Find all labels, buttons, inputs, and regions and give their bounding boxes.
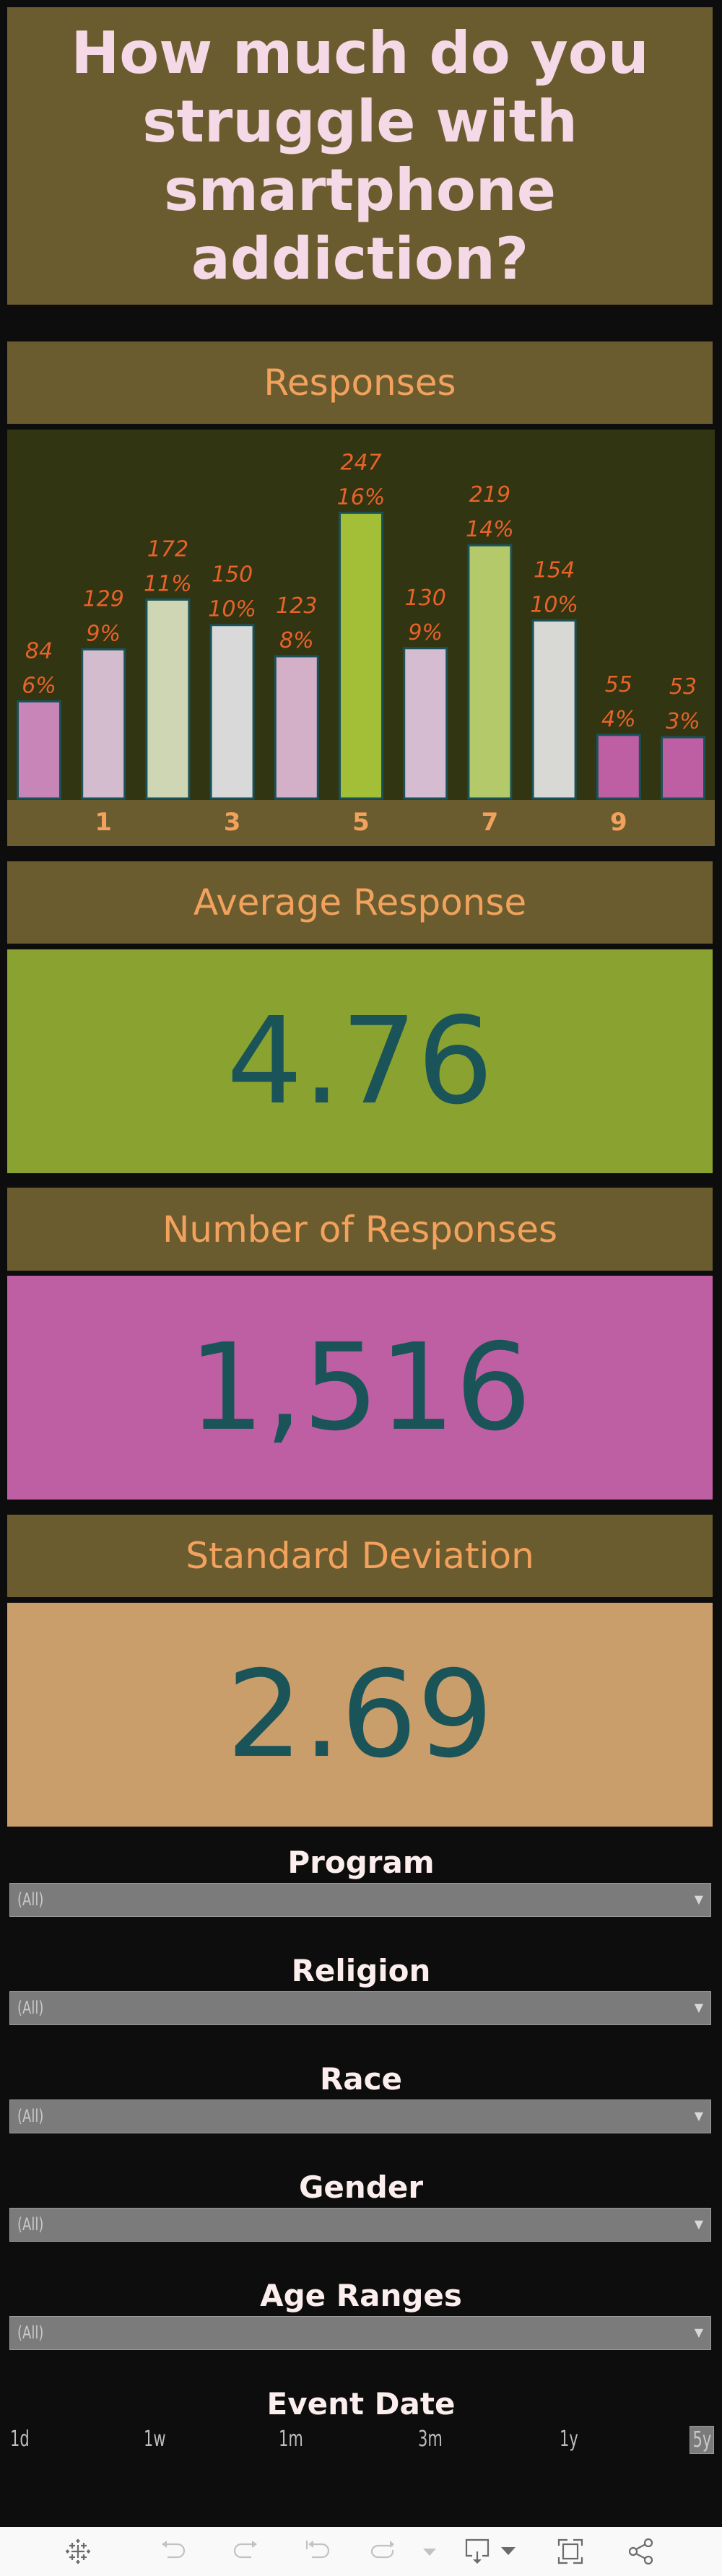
- bar-9[interactable]: [596, 734, 641, 800]
- dropdown-value: (All): [17, 2323, 44, 2343]
- x-tick-label: 7: [482, 808, 499, 837]
- average-response-value: 4.76: [226, 991, 494, 1131]
- bar-value-label: 55: [605, 672, 632, 697]
- dropdown-value: (All): [17, 2106, 44, 2126]
- date-option-1w[interactable]: 1w: [144, 2427, 166, 2452]
- filter-label-gender: Gender: [298, 2170, 424, 2205]
- responses-header-label: Responses: [264, 362, 456, 404]
- bar-percent-label: 8%: [279, 628, 314, 653]
- revert-icon[interactable]: [303, 2537, 332, 2566]
- filter-label-event-date: Event Date: [266, 2386, 456, 2421]
- dashboard-title: How much do you struggle with smartphone…: [7, 7, 713, 305]
- bar-2[interactable]: [145, 598, 191, 800]
- bar-percent-label: 10%: [530, 592, 578, 617]
- filter-label-age-ranges: Age Ranges: [260, 2278, 462, 2313]
- age-ranges-filter-dropdown[interactable]: (All) ▼: [9, 2316, 711, 2350]
- bar-7[interactable]: [467, 544, 513, 800]
- chevron-down-icon: ▼: [694, 2325, 703, 2339]
- bar-value-label: 154: [534, 557, 575, 583]
- date-option-1m[interactable]: 1m: [279, 2427, 303, 2452]
- bar-percent-label: 10%: [208, 597, 256, 622]
- bar-value-label: 172: [147, 536, 188, 562]
- bar-value-label: 150: [212, 562, 253, 588]
- date-option-5y-selected[interactable]: 5y: [690, 2426, 714, 2454]
- gender-filter-dropdown[interactable]: (All) ▼: [9, 2208, 711, 2242]
- x-tick-label: 9: [610, 808, 627, 837]
- chevron-down-icon: ▼: [694, 2217, 703, 2231]
- bar-4[interactable]: [274, 655, 319, 800]
- x-tick-label: 3: [224, 808, 241, 837]
- date-option-1d[interactable]: 1d: [10, 2427, 30, 2452]
- bar-0[interactable]: [17, 700, 61, 800]
- bar-percent-label: 3%: [666, 709, 700, 734]
- bar-8[interactable]: [531, 619, 577, 800]
- date-option-3m[interactable]: 3m: [418, 2427, 443, 2452]
- title-line: smartphone: [163, 157, 557, 224]
- title-line: addiction?: [191, 225, 529, 292]
- bar-percent-label: 11%: [144, 571, 192, 596]
- share-icon[interactable]: [627, 2537, 656, 2566]
- bar-1[interactable]: [81, 648, 126, 800]
- tableau-logo-icon[interactable]: [64, 2537, 92, 2566]
- bar-percent-label: 4%: [601, 707, 636, 732]
- redo-icon[interactable]: [231, 2537, 260, 2566]
- refresh-icon[interactable]: [368, 2537, 397, 2566]
- viz-toolbar: [0, 2527, 722, 2576]
- x-tick-label: 1: [95, 808, 112, 837]
- bar-3[interactable]: [209, 624, 255, 800]
- number-of-responses-header-label: Number of Responses: [162, 1208, 558, 1250]
- dropdown-value: (All): [17, 1889, 44, 1910]
- bar-percent-label: 6%: [22, 673, 56, 698]
- bar-value-label: 130: [405, 586, 446, 611]
- refresh-dropdown-icon[interactable]: [417, 2537, 442, 2566]
- bar-6[interactable]: [403, 647, 448, 800]
- bar-value-label: 129: [83, 586, 124, 612]
- title-line: How much do you: [71, 19, 649, 87]
- standard-deviation-header: Standard Deviation: [7, 1515, 713, 1597]
- average-response-card: 4.76: [7, 949, 713, 1173]
- program-filter-dropdown[interactable]: (All) ▼: [9, 1883, 711, 1917]
- date-option-5y-label: 5y: [692, 2427, 711, 2453]
- bar-5[interactable]: [339, 511, 383, 800]
- download-icon[interactable]: [463, 2537, 492, 2566]
- dropdown-value: (All): [17, 2214, 44, 2235]
- race-filter-dropdown[interactable]: (All) ▼: [9, 2099, 711, 2133]
- standard-deviation-value: 2.69: [226, 1645, 494, 1785]
- bar-value-label: 53: [669, 674, 697, 700]
- bar-percent-label: 14%: [466, 517, 514, 542]
- chart-svg: 84 6% 129 9% 172 11% 150 10% 123 8% 247 16% 130 9% 219…: [7, 430, 715, 846]
- bar-percent-label: 9%: [86, 621, 121, 646]
- responses-header: Responses: [7, 341, 713, 424]
- religion-filter-dropdown[interactable]: (All) ▼: [9, 1991, 711, 2025]
- download-dropdown-icon[interactable]: [497, 2537, 521, 2566]
- number-of-responses-header: Number of Responses: [7, 1188, 713, 1271]
- average-response-header: Average Response: [7, 861, 713, 944]
- standard-deviation-card: 2.69: [7, 1603, 713, 1827]
- undo-icon[interactable]: [159, 2537, 188, 2566]
- number-of-responses-card: 1,516: [7, 1276, 713, 1500]
- bar-value-label: 247: [340, 450, 381, 475]
- responses-bar-chart: 84 6% 129 9% 172 11% 150 10% 123 8% 247 16% 130 9% 219…: [7, 430, 715, 846]
- filter-label-race: Race: [319, 2061, 403, 2097]
- bar-value-label: 84: [25, 638, 53, 663]
- bar-percent-label: 16%: [337, 484, 386, 510]
- chevron-down-icon: ▼: [694, 2001, 703, 2014]
- chevron-down-icon: ▼: [694, 1892, 703, 1906]
- date-option-1y[interactable]: 1y: [560, 2427, 578, 2452]
- filter-label-program: Program: [287, 1845, 435, 1880]
- filter-label-religion: Religion: [291, 1953, 431, 1988]
- dropdown-value: (All): [17, 1998, 44, 2018]
- bar-value-label: 123: [276, 593, 317, 619]
- fullscreen-icon[interactable]: [556, 2537, 585, 2566]
- number-of-responses-value: 1,516: [188, 1318, 532, 1458]
- average-response-header-label: Average Response: [193, 882, 527, 923]
- bar-10[interactable]: [661, 736, 705, 800]
- x-tick-label: 5: [352, 808, 370, 837]
- bar-percent-label: 9%: [408, 620, 443, 645]
- chevron-down-icon: ▼: [694, 2109, 703, 2123]
- bar-value-label: 219: [469, 482, 510, 508]
- standard-deviation-header-label: Standard Deviation: [186, 1535, 534, 1577]
- title-line: struggle with: [142, 88, 578, 155]
